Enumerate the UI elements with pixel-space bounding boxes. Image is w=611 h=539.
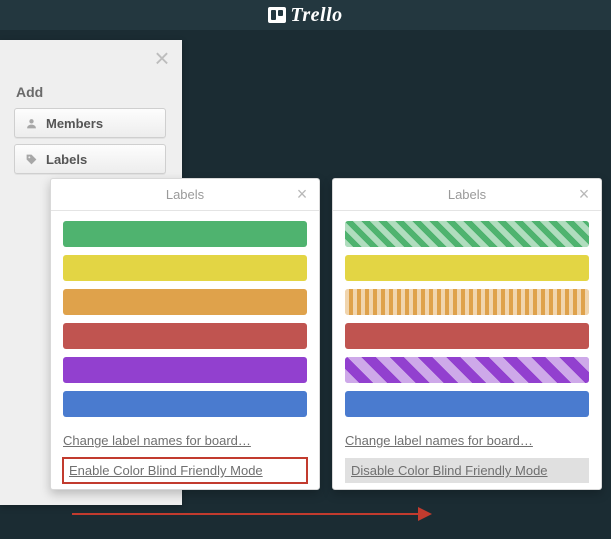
label-blue[interactable] — [63, 391, 307, 417]
label-green[interactable] — [345, 221, 589, 247]
app-name: Trello — [290, 4, 342, 27]
label-orange[interactable] — [345, 289, 589, 315]
tag-icon — [25, 153, 38, 166]
close-icon[interactable]: × — [291, 183, 313, 205]
label-purple[interactable] — [345, 357, 589, 383]
label-blue[interactable] — [345, 391, 589, 417]
label-green[interactable] — [63, 221, 307, 247]
app-header: Trello — [0, 0, 611, 30]
label-yellow[interactable] — [63, 255, 307, 281]
label-swatches — [333, 211, 601, 427]
disable-colorblind-link[interactable]: Disable Color Blind Friendly Mode — [345, 458, 589, 483]
label-red[interactable] — [345, 323, 589, 349]
popover-title: Labels × — [51, 179, 319, 211]
trello-logo-icon — [268, 7, 286, 23]
change-label-names-link[interactable]: Change label names for board… — [345, 433, 589, 448]
label-yellow[interactable] — [345, 255, 589, 281]
add-heading: Add — [16, 84, 168, 100]
label-orange[interactable] — [63, 289, 307, 315]
label-swatches — [51, 211, 319, 427]
labels-button[interactable]: Labels — [14, 144, 166, 174]
user-icon — [25, 117, 38, 130]
popover-title: Labels × — [333, 179, 601, 211]
labels-button-label: Labels — [46, 152, 87, 167]
change-label-names-link[interactable]: Change label names for board… — [63, 433, 307, 448]
close-icon[interactable]: × — [573, 183, 595, 205]
label-purple[interactable] — [63, 357, 307, 383]
enable-colorblind-link[interactable]: Enable Color Blind Friendly Mode — [63, 458, 307, 483]
members-button[interactable]: Members — [14, 108, 166, 138]
labels-popover-colorblind: Labels × Change label names for board… D… — [332, 178, 602, 490]
app-logo: Trello — [268, 0, 342, 30]
label-red[interactable] — [63, 323, 307, 349]
labels-popover: Labels × Change label names for board… E… — [50, 178, 320, 490]
members-button-label: Members — [46, 116, 103, 131]
close-icon[interactable]: × — [148, 46, 176, 74]
